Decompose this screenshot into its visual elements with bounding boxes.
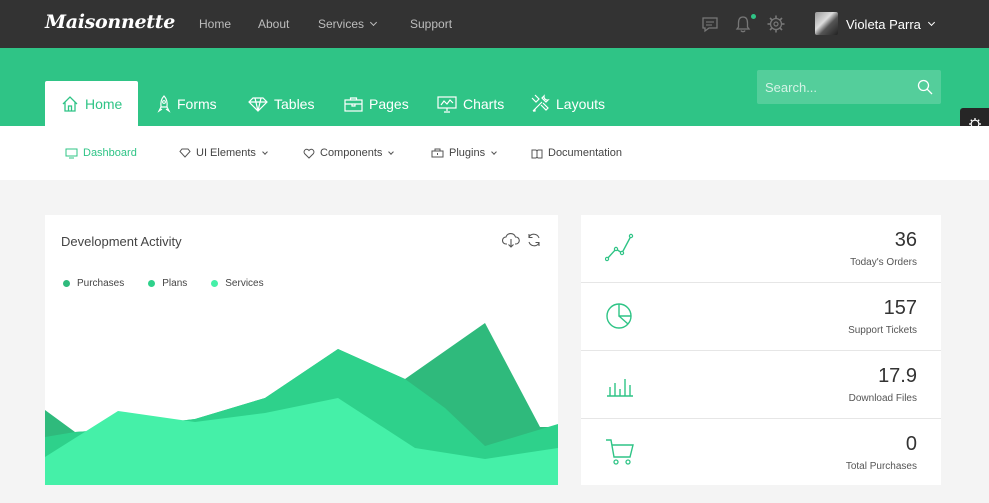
diamond-icon	[179, 148, 191, 158]
tab-forms-label: Forms	[177, 95, 217, 112]
subnav-ui-elements[interactable]: UI Elements	[179, 126, 268, 180]
home-icon	[62, 95, 78, 112]
tab-tables-label: Tables	[274, 95, 315, 112]
topnav-support[interactable]: Support	[410, 0, 452, 48]
activity-area-chart	[45, 323, 558, 485]
stat-label: Today's Orders	[850, 257, 917, 268]
stat-value: 17.9	[878, 365, 917, 387]
legend-dot	[211, 280, 219, 287]
topnav-home[interactable]: Home	[199, 0, 231, 48]
tab-layouts[interactable]: Layouts	[531, 81, 605, 126]
tab-layouts-label: Layouts	[556, 95, 606, 112]
search-icon[interactable]	[917, 79, 933, 95]
stat-value: 36	[894, 229, 917, 251]
chevron-down-icon	[927, 18, 935, 26]
stat-download-files: 17.9 Download Files	[581, 351, 941, 419]
subnav-plugins-label: Plugins	[449, 147, 486, 159]
stat-value: 0	[905, 433, 917, 455]
search-box	[757, 70, 941, 104]
tab-charts-label: Charts	[463, 95, 505, 112]
topnav-about[interactable]: About	[258, 0, 289, 48]
bell-icon[interactable]	[733, 14, 753, 34]
stat-value: 157	[883, 297, 917, 319]
card-title: Development Activity	[61, 234, 182, 249]
tools-icon	[531, 94, 550, 112]
book-icon	[531, 149, 543, 158]
user-menu[interactable]: Violeta Parra	[846, 0, 935, 48]
topnav-services[interactable]: Services	[318, 0, 378, 48]
legend-item-services: Services	[211, 278, 264, 289]
user-name: Violeta Parra	[846, 16, 921, 32]
diamond-icon	[248, 96, 268, 112]
legend-item-purchases: Purchases	[63, 278, 124, 289]
subnav-components[interactable]: Components	[303, 126, 395, 180]
subnav-documentation[interactable]: Documentation	[531, 126, 622, 180]
stats-card: 36 Today's Orders 157 Support Tickets 17…	[581, 215, 941, 485]
subnav-dashboard[interactable]: Dashboard	[65, 126, 137, 180]
monitor-icon	[65, 148, 78, 158]
avatar[interactable]	[815, 12, 838, 35]
cloud-download-icon[interactable]	[502, 232, 520, 248]
rocket-icon	[157, 94, 171, 113]
tab-tables[interactable]: Tables	[248, 81, 314, 126]
stat-label: Download Files	[848, 393, 917, 404]
tab-pages[interactable]: Pages	[344, 81, 409, 126]
subnav-documentation-label: Documentation	[548, 147, 622, 159]
stat-label: Support Tickets	[848, 325, 917, 336]
chevron-down-icon	[388, 148, 395, 155]
tab-charts[interactable]: Charts	[437, 81, 504, 126]
legend-item-plans: Plans	[148, 278, 187, 289]
notification-dot	[751, 14, 756, 19]
subnav-ui-elements-label: UI Elements	[196, 147, 256, 159]
brand-logo[interactable]: Maisonnette	[45, 11, 175, 33]
chevron-down-icon	[491, 148, 497, 155]
chat-icon[interactable]	[700, 14, 720, 34]
tab-home-label: Home	[85, 95, 123, 112]
legend-label: Purchases	[77, 278, 125, 289]
briefcase-icon	[344, 96, 363, 112]
topnav-support-label: Support	[410, 17, 453, 31]
chevron-down-icon	[369, 18, 378, 26]
stat-total-purchases: 0 Total Purchases	[581, 419, 941, 487]
tab-forms[interactable]: Forms	[157, 81, 217, 126]
chevron-down-icon	[262, 148, 268, 155]
pie-chart-icon	[606, 303, 632, 329]
stat-todays-orders: 36 Today's Orders	[581, 215, 941, 283]
main-nav-bar: Home Forms Tables Pages Charts Layouts	[0, 48, 989, 126]
subnav-plugins[interactable]: Plugins	[431, 126, 497, 180]
heart-icon	[303, 148, 315, 159]
search-input[interactable]	[765, 70, 915, 104]
tab-home[interactable]: Home	[45, 81, 139, 126]
legend-dot	[148, 280, 156, 287]
stat-support-tickets: 157 Support Tickets	[581, 283, 941, 351]
legend-label: Plans	[162, 278, 188, 289]
trend-line-icon	[605, 233, 634, 262]
topnav-services-label: Services	[318, 17, 365, 31]
legend-label: Services	[225, 278, 264, 289]
plugin-icon	[431, 148, 444, 157]
card-actions	[502, 232, 542, 248]
subnav-components-label: Components	[320, 147, 383, 159]
chart-legend: Purchases Plans Services	[63, 278, 288, 289]
topnav-about-label: About	[258, 17, 290, 31]
presentation-chart-icon	[437, 95, 457, 113]
cart-icon	[606, 439, 634, 465]
refresh-icon[interactable]	[526, 232, 542, 248]
bar-chart-icon	[607, 379, 633, 397]
stat-label: Total Purchases	[845, 461, 917, 472]
sub-nav: Dashboard UI Elements Components Plugins…	[0, 126, 989, 180]
development-activity-card: Development Activity Purchases Plans Ser…	[45, 215, 558, 485]
legend-dot	[63, 280, 70, 287]
top-bar: Maisonnette Home About Services Support …	[0, 0, 989, 48]
gear-icon[interactable]	[766, 14, 786, 34]
tab-pages-label: Pages	[369, 95, 409, 112]
subnav-dashboard-label: Dashboard	[83, 147, 137, 159]
topnav-home-label: Home	[199, 17, 232, 31]
